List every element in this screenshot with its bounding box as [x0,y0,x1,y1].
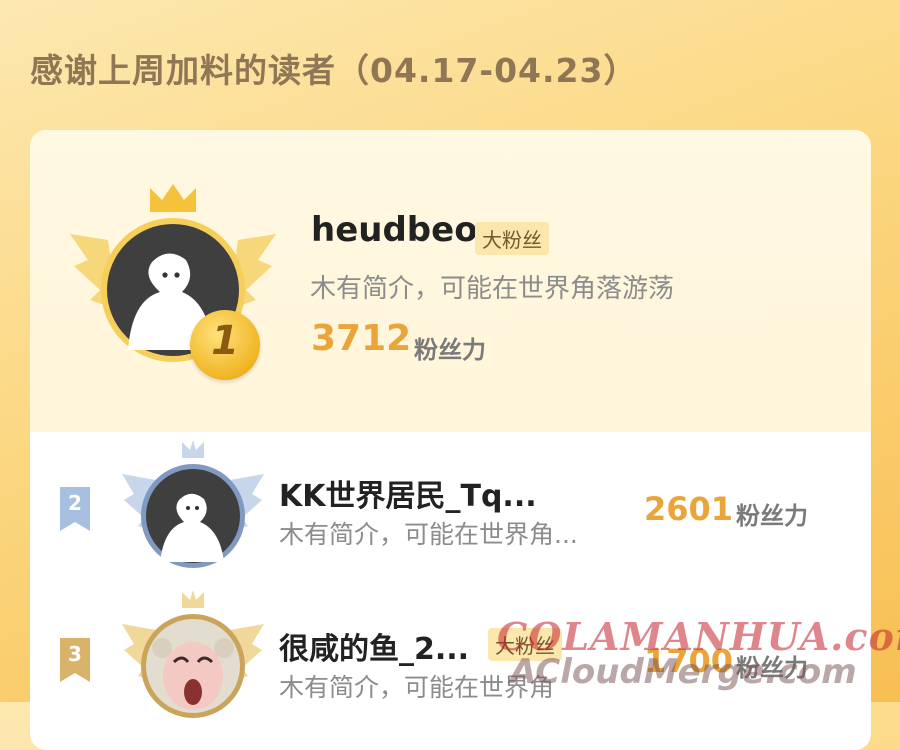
rank-2-tag-icon: 2 [60,487,90,531]
rank-1-fan-badge: 大粉丝 [475,222,549,255]
rank-1-score-unit: 粉丝力 [414,336,486,364]
rank-1-medal-icon: 1 [190,310,260,380]
rank-3-tag-icon: 3 [60,638,90,682]
rank-3-avatar[interactable] [118,588,268,720]
bronze-wings-frame-icon [122,590,264,718]
rank-2-name[interactable]: KK世界居民_Tq... [279,471,537,515]
rank-3-number: 3 [68,642,82,666]
rank-1-score: 3712 [311,318,412,359]
rank-1-number: 1 [211,318,239,364]
watermark-acloudmerge: ACloudMerge.com [510,652,857,692]
page-title: 感谢上周加料的读者（04.17-04.23） [30,51,638,90]
rank-2-avatar[interactable] [118,438,268,570]
rank-2-score: 2601 [644,490,734,528]
rank-1-name[interactable]: heudbeo [311,210,478,250]
silver-wings-frame-icon [122,440,264,568]
rank-2-number: 2 [68,491,82,515]
rank-2-score-unit: 粉丝力 [736,502,808,530]
rank-3-name[interactable]: 很咸的鱼_2... [279,624,469,668]
rank-2-bio: 木有简介，可能在世界角... [279,520,578,549]
rank-1-bio: 木有简介，可能在世界角落游荡 [310,274,675,304]
